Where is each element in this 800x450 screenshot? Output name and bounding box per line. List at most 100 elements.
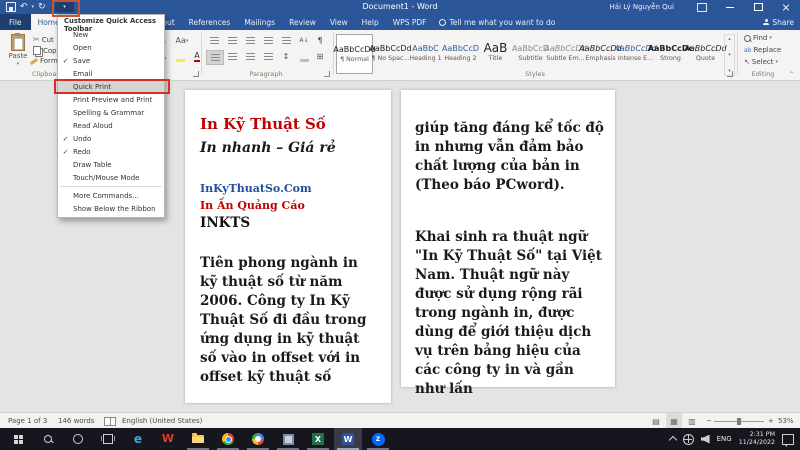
share-button[interactable]: Share <box>763 14 794 30</box>
bullets-button[interactable] <box>206 34 222 47</box>
borders-button[interactable]: ⊞ <box>312 50 328 63</box>
increase-indent-button[interactable] <box>278 34 294 47</box>
input-language[interactable]: ENG <box>717 435 732 443</box>
highlight-color-button[interactable] <box>172 50 188 63</box>
paste-dropdown-icon[interactable]: ▾ <box>17 61 20 67</box>
font-dialog-launcher-icon[interactable] <box>193 71 199 77</box>
replace-button[interactable]: ab Replace <box>744 46 781 54</box>
style-intense-emphasis[interactable]: AaBbCcDd Intense E... <box>614 34 656 72</box>
collapse-ribbon-icon[interactable]: ⌃ <box>789 71 794 78</box>
style-strong[interactable]: AaBbCcDc Strong <box>648 34 693 72</box>
show-hide-paragraph-button[interactable]: ¶ <box>312 34 328 47</box>
zoom-level[interactable]: 53% <box>778 413 794 429</box>
style-heading2[interactable]: AaBbCcD Heading 2 <box>442 34 479 72</box>
align-right-button[interactable] <box>242 50 258 63</box>
menu-item-redo[interactable]: ✓ Redo <box>58 145 164 158</box>
browser-button[interactable] <box>244 428 272 450</box>
tab-mailings[interactable]: Mailings <box>237 14 282 30</box>
tab-review[interactable]: Review <box>282 14 323 30</box>
web-layout-button[interactable]: ▥ <box>684 413 700 429</box>
wps-button[interactable]: W <box>154 428 182 450</box>
clock[interactable]: 2:31 PM 11/24/2022 <box>739 431 775 447</box>
menu-item-print-preview[interactable]: Print Preview and Print <box>58 93 164 106</box>
tab-wps-pdf[interactable]: WPS PDF <box>386 14 434 30</box>
tab-help[interactable]: Help <box>355 14 386 30</box>
volume-icon[interactable] <box>700 434 710 444</box>
menu-item-touch-mouse-mode[interactable]: Touch/Mouse Mode <box>58 171 164 184</box>
page-indicator[interactable]: Page 1 of 3 <box>8 413 47 429</box>
scroll-down-icon[interactable]: ▾ <box>728 52 731 58</box>
menu-item-save[interactable]: ✓ Save <box>58 54 164 67</box>
decrease-indent-button[interactable] <box>260 34 276 47</box>
menu-item-show-below-ribbon[interactable]: Show Below the Ribbon <box>58 202 164 215</box>
maximize-button[interactable] <box>744 0 772 14</box>
style-normal[interactable]: AaBbCcDd ¶ Normal <box>333 34 376 74</box>
font-color-button[interactable]: A <box>189 50 205 63</box>
signed-in-user[interactable]: Hải Lý Nguyễn Qui <box>610 3 674 11</box>
tab-references[interactable]: References <box>182 14 238 30</box>
menu-item-more-commands[interactable]: More Commands... <box>58 189 164 202</box>
multilevel-list-button[interactable] <box>242 34 258 47</box>
chrome-button[interactable] <box>214 428 242 450</box>
style-subtitle[interactable]: AaBbCcD Subtitle <box>512 34 549 72</box>
action-center-icon[interactable] <box>782 433 794 447</box>
taskbar-search-button[interactable] <box>34 428 62 450</box>
select-button[interactable]: ↖ Select ▾ <box>744 58 778 66</box>
numbering-button[interactable] <box>224 34 240 47</box>
find-button[interactable]: Find ▾ <box>744 34 772 42</box>
line-spacing-button[interactable]: ↕ <box>278 50 294 63</box>
menu-item-open[interactable]: Open <box>58 41 164 54</box>
customize-qat-menu: Customize Quick Access Toolbar New Open … <box>54 14 170 218</box>
notes-app-button[interactable] <box>274 428 302 450</box>
align-center-button[interactable] <box>224 50 240 63</box>
zoom-in-button[interactable]: + <box>768 413 774 429</box>
word-count[interactable]: 146 words <box>58 413 94 429</box>
file-explorer-button[interactable] <box>184 428 212 450</box>
task-view-button[interactable] <box>94 428 122 450</box>
proofing-icon[interactable] <box>104 413 116 429</box>
read-mode-button[interactable]: ▤ <box>648 413 664 429</box>
word-button[interactable]: W <box>334 428 362 450</box>
excel-button[interactable]: X <box>304 428 332 450</box>
start-button[interactable] <box>4 428 32 450</box>
menu-item-new[interactable]: New <box>58 28 164 41</box>
hidden-icons-chevron-icon[interactable] <box>668 435 677 445</box>
style-subtle-emphasis[interactable]: AaBbCcDd Subtle Em... <box>544 34 586 72</box>
style-heading1[interactable]: AaBbC Heading 1 <box>408 34 443 72</box>
document-page-2[interactable]: giúp tăng đáng kể tốc độ in nhưng vẫn đả… <box>401 90 615 397</box>
cut-button[interactable]: ✂ Cut <box>33 35 54 44</box>
style-no-spacing[interactable]: AaBbCcDd ¶ No Spac... <box>369 34 411 72</box>
style-emphasis[interactable]: AaBbCcDd Emphasis <box>579 34 621 72</box>
change-case-button[interactable]: Aa ▾ <box>172 34 192 47</box>
shading-button[interactable] <box>296 50 312 63</box>
cortana-button[interactable] <box>64 428 92 450</box>
menu-item-draw-table[interactable]: Draw Table <box>58 158 164 171</box>
tab-view[interactable]: View <box>323 14 355 30</box>
zalo-button[interactable]: Z <box>364 428 392 450</box>
paste-button[interactable]: Paste ▾ <box>5 33 31 74</box>
style-title[interactable]: AaB Title <box>478 34 513 72</box>
sort-button[interactable]: A↓ <box>296 34 312 47</box>
style-quote[interactable]: AaBbCcDd Quote <box>684 34 726 72</box>
edge-button[interactable]: e <box>124 428 152 450</box>
zoom-out-button[interactable]: − <box>706 413 712 429</box>
align-left-button[interactable] <box>206 50 224 65</box>
menu-item-undo[interactable]: ✓ Undo <box>58 132 164 145</box>
zoom-thumb[interactable] <box>737 417 741 425</box>
menu-item-read-aloud[interactable]: Read Aloud <box>58 119 164 132</box>
ribbon-display-options-button[interactable] <box>688 0 716 14</box>
menu-item-spelling-grammar[interactable]: Spelling & Grammar <box>58 106 164 119</box>
close-button[interactable] <box>772 0 800 14</box>
minimize-button[interactable] <box>716 0 744 14</box>
network-icon[interactable] <box>682 433 694 445</box>
menu-item-quick-print[interactable]: Quick Print <box>54 79 170 94</box>
tab-file[interactable]: File <box>0 14 31 30</box>
document-page-1[interactable]: In Kỹ Thuật Số In nhanh – Giá rẻ InKyThu… <box>185 90 391 403</box>
scroll-up-icon[interactable]: ▴ <box>728 36 731 42</box>
paragraph-dialog-launcher-icon[interactable] <box>324 71 330 77</box>
print-layout-button[interactable]: ▦ <box>666 413 682 429</box>
zoom-slider[interactable] <box>714 413 764 429</box>
justify-button[interactable] <box>260 50 276 63</box>
language-indicator[interactable]: English (United States) <box>122 413 202 429</box>
tell-me-box[interactable]: Tell me what you want to do <box>433 14 561 30</box>
